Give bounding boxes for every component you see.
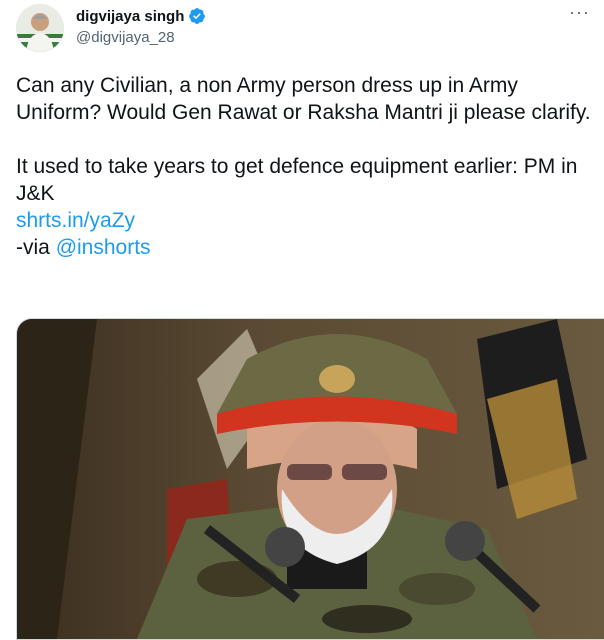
- tweet-text-line-1: Can any Civilian, a non Army person dres…: [16, 74, 591, 124]
- tweet-media-image[interactable]: [16, 318, 604, 640]
- tweet-text: Can any Civilian, a non Army person dres…: [16, 72, 596, 261]
- tweet-text-line-2: It used to take years to get defence equ…: [16, 155, 584, 205]
- tweet-link[interactable]: shrts.in/yaZy: [16, 209, 135, 232]
- via-mention-link[interactable]: @inshorts: [56, 236, 151, 259]
- avatar-image: [16, 4, 64, 52]
- verified-badge-icon: [189, 8, 206, 24]
- author-name-row: digvijaya singh: [76, 7, 206, 25]
- media-photo: [17, 319, 604, 639]
- more-horizontal-icon[interactable]: ···: [569, 2, 590, 23]
- avatar[interactable]: [16, 4, 64, 52]
- author-name[interactable]: digvijaya singh: [76, 8, 184, 25]
- via-prefix: -via: [16, 236, 56, 259]
- author-handle[interactable]: @digvijaya_28: [76, 29, 175, 46]
